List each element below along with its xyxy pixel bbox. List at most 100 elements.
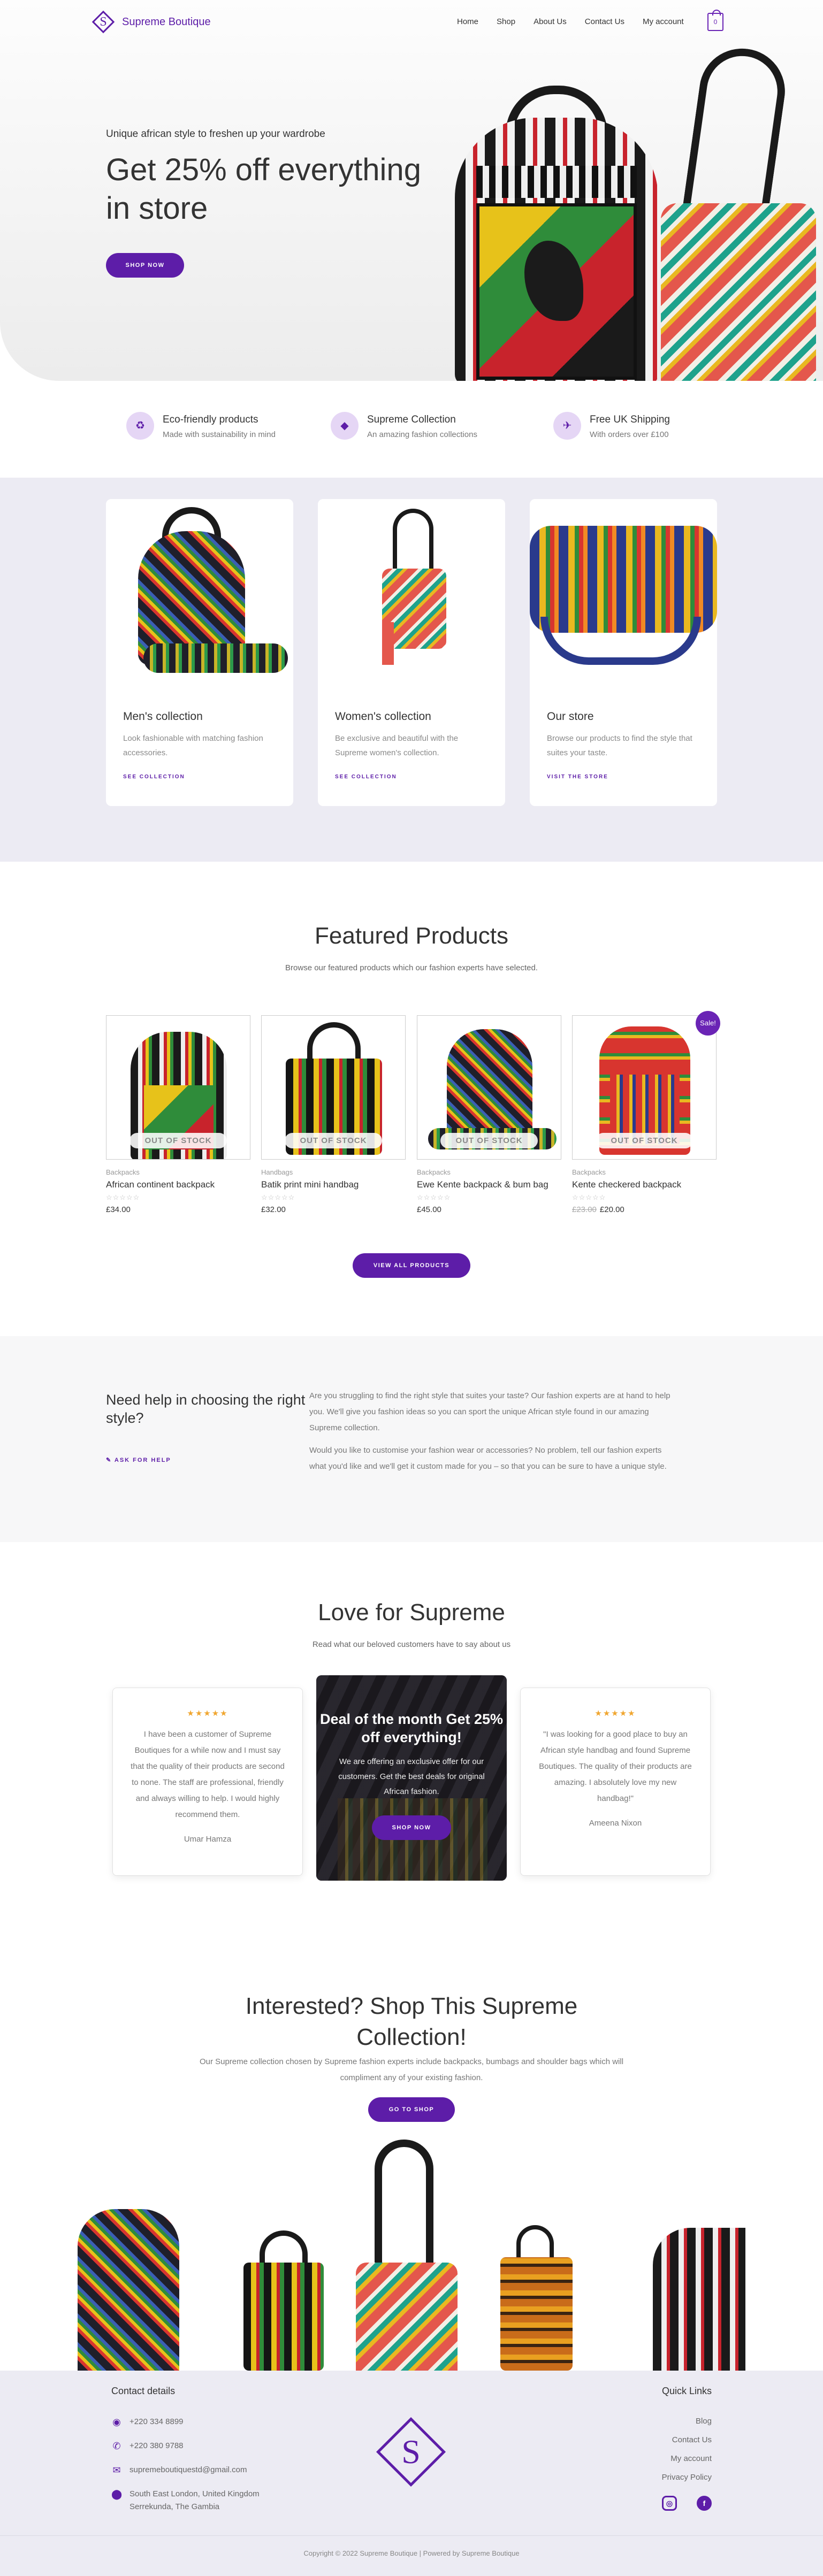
help-title: Need help in choosing the right style?	[106, 1392, 306, 1426]
hero-shop-button[interactable]: SHOP NOW	[106, 253, 184, 278]
nav-account[interactable]: My account	[643, 17, 684, 26]
sale-badge: Sale!	[696, 1011, 720, 1036]
product-name[interactable]: Batik print mini handbag	[261, 1179, 406, 1190]
bags-collection-image	[78, 2140, 745, 2371]
interested-subtitle: Our Supreme collection chosen by Supreme…	[199, 2057, 624, 2082]
nav-contact[interactable]: Contact Us	[585, 17, 624, 26]
feature-collection: ◆ Supreme Collection An amazing fashion …	[331, 412, 477, 440]
ask-for-help-link[interactable]: ✎ ASK FOR HELP	[106, 1456, 171, 1463]
help-section	[0, 1336, 823, 1542]
collection-title: Women's collection	[335, 710, 431, 723]
footer-link-contact[interactable]: Contact Us	[672, 2435, 712, 2444]
cart-icon[interactable]: 0	[707, 10, 723, 31]
contact-text: supremeboutiquestd@gmail.com	[129, 2465, 247, 2474]
hero-subtitle: Unique african style to freshen up your …	[106, 128, 325, 140]
testimonial-author: Ameena Nixon	[589, 1819, 642, 1828]
view-all-products-button[interactable]: VIEW ALL PRODUCTS	[353, 1253, 470, 1278]
feature-title: Supreme Collection	[367, 414, 456, 425]
nav-home[interactable]: Home	[457, 17, 478, 26]
product-card[interactable]: OUT OF STOCK Backpacks Ewe Kente backpac…	[417, 1015, 561, 1214]
product-card[interactable]: OUT OF STOCK Backpacks Kente checkered b…	[572, 1015, 717, 1214]
product-image[interactable]: OUT OF STOCK	[572, 1015, 717, 1160]
product-current-price: £45.00	[417, 1205, 441, 1214]
deal-text: We are offering an exclusive offer for o…	[338, 1757, 485, 1796]
product-current-price: £32.00	[261, 1205, 286, 1214]
testimonial-card: ★★★★★ "I was looking for a good place to…	[520, 1688, 711, 1876]
recycle-icon: ♻	[126, 412, 154, 440]
product-name[interactable]: African continent backpack	[106, 1179, 250, 1190]
feature-desc: With orders over £100	[590, 430, 669, 439]
testimonial-author: Umar Hamza	[184, 1835, 232, 1844]
pencil-icon: ✎	[106, 1457, 115, 1463]
testimonials-title: Love for Supreme	[318, 1599, 505, 1626]
interested-title: Interested? Shop This Supreme Collection…	[245, 1993, 578, 2050]
hero-title: Get 25% off everything in store	[106, 152, 421, 226]
product-image[interactable]: OUT OF STOCK	[106, 1015, 250, 1160]
contact-email[interactable]: ✉ supremeboutiquestd@gmail.com	[111, 2464, 247, 2477]
collection-desc: Look fashionable with matching fashion a…	[123, 734, 263, 757]
men-collection-image	[106, 499, 293, 702]
out-of-stock-label: OUT OF STOCK	[262, 1133, 405, 1148]
hero-backpack-image	[444, 80, 669, 381]
store-collection-image	[530, 499, 717, 702]
logo-icon: S	[91, 10, 116, 34]
product-image[interactable]: OUT OF STOCK	[417, 1015, 561, 1160]
collection-desc: Browse our products to find the style th…	[547, 734, 692, 757]
product-rating: ☆☆☆☆☆	[572, 1193, 606, 1201]
see-collection-link[interactable]: SEE COLLECTION	[123, 774, 185, 780]
ask-for-help-label: ASK FOR HELP	[114, 1457, 171, 1463]
footer-link-blog[interactable]: Blog	[696, 2417, 712, 2426]
brand-logo[interactable]: S Supreme Boutique	[91, 10, 211, 34]
go-to-shop-button[interactable]: GO TO SHOP	[368, 2097, 455, 2122]
product-category: Backpacks	[417, 1168, 451, 1176]
location-icon: ⬤	[111, 2489, 123, 2500]
deal-shop-button[interactable]: SHOP NOW	[372, 1815, 451, 1840]
contact-whatsapp[interactable]: ◉ +220 334 8899	[111, 2416, 184, 2428]
out-of-stock-label: OUT OF STOCK	[106, 1133, 250, 1148]
plane-icon: ✈	[553, 412, 581, 440]
collection-title: Our store	[547, 710, 594, 723]
nav-about[interactable]: About Us	[534, 17, 567, 26]
visit-store-link[interactable]: VISIT THE STORE	[547, 774, 608, 780]
feature-title: Free UK Shipping	[590, 414, 670, 425]
product-image[interactable]: OUT OF STOCK	[261, 1015, 406, 1160]
hero-tote-image	[656, 43, 823, 381]
footer-logo[interactable]: S	[375, 2416, 447, 2488]
collection-title: Men's collection	[123, 710, 203, 723]
collection-card-men[interactable]: Men's collection Look fashionable with m…	[106, 499, 293, 806]
nav-shop[interactable]: Shop	[497, 17, 515, 26]
product-name[interactable]: Kente checkered backpack	[572, 1179, 717, 1190]
footer-link-account[interactable]: My account	[670, 2454, 712, 2463]
instagram-icon[interactable]: ◎	[662, 2496, 677, 2511]
product-name[interactable]: Ewe Kente backpack & bum bag	[417, 1179, 561, 1190]
facebook-icon[interactable]: f	[697, 2496, 712, 2511]
feature-desc: Made with sustainability in mind	[163, 430, 276, 439]
product-card[interactable]: OUT OF STOCK Handbags Batik print mini h…	[261, 1015, 406, 1214]
rating-stars: ★★★★★	[595, 1709, 636, 1718]
see-collection-link[interactable]: SEE COLLECTION	[335, 774, 397, 780]
footer-link-privacy[interactable]: Privacy Policy	[662, 2473, 712, 2482]
out-of-stock-label: OUT OF STOCK	[573, 1133, 716, 1148]
product-card[interactable]: OUT OF STOCK Backpacks African continent…	[106, 1015, 250, 1214]
quick-links-title: Quick Links	[661, 2386, 712, 2396]
collection-card-store[interactable]: Our store Browse our products to find th…	[530, 499, 717, 806]
contact-phone[interactable]: ✆ +220 380 9788	[111, 2440, 183, 2452]
testimonial-card: ★★★★★ I have been a customer of Supreme …	[112, 1688, 303, 1876]
page: S Supreme Boutique Home Shop About Us Co…	[0, 0, 823, 2576]
product-price: £34.00	[106, 1205, 250, 1214]
diamond-icon: ◆	[331, 412, 359, 440]
product-current-price: £20.00	[599, 1205, 624, 1214]
testimonial-quote: I have been a customer of Supreme Boutiq…	[131, 1730, 285, 1819]
whatsapp-icon: ◉	[112, 2417, 121, 2427]
product-category: Backpacks	[572, 1168, 606, 1176]
help-paragraph: Would you like to customise your fashion…	[309, 1446, 667, 1471]
main-nav: Home Shop About Us Contact Us My account	[457, 17, 684, 26]
feature-desc: An amazing fashion collections	[367, 430, 477, 439]
product-price: £32.00	[261, 1205, 406, 1214]
collection-card-women[interactable]: Women's collection Be exclusive and beau…	[318, 499, 505, 806]
deal-title: Deal of the month Get 25% off everything…	[319, 1711, 504, 1745]
contact-details-title: Contact details	[111, 2386, 176, 2396]
women-collection-image	[318, 499, 505, 702]
product-price: £23.00 £20.00	[572, 1205, 717, 1214]
contact-text: +220 334 8899	[129, 2417, 184, 2426]
